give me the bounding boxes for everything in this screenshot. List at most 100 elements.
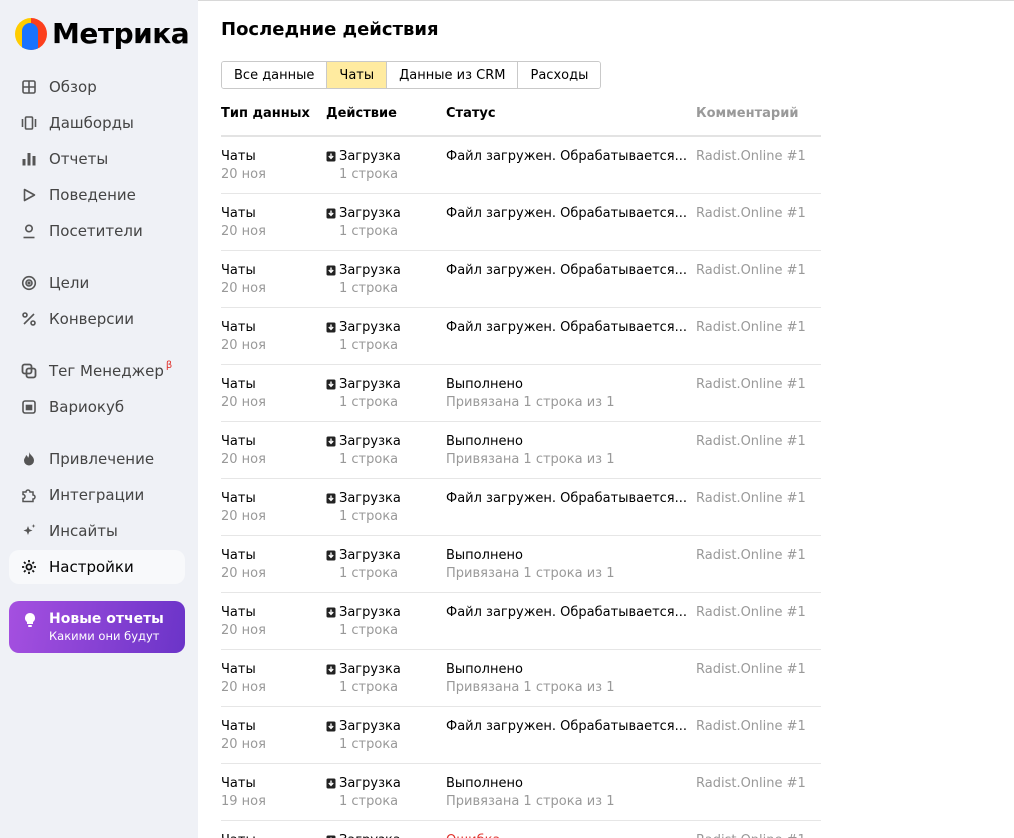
download-icon [326,265,339,276]
sidebar-item-12[interactable]: Инсайты [9,514,185,548]
sidebar-item-label: Дашборды [49,114,134,132]
download-icon [326,607,336,618]
reports-icon [21,151,37,167]
tab-crm-data[interactable]: Данные из CRM [387,62,519,88]
download-icon [326,778,336,789]
download-icon [326,493,336,504]
row-status: Файл загружен. Обрабатывается... [446,206,688,221]
row-comment: Radist.Online #1 [696,320,806,335]
row-count: 1 строка [339,452,399,467]
sidebar-item-label: Тег Менеджер [49,362,164,380]
sidebar-item-label: Обзор [49,78,97,96]
download-icon [326,664,336,675]
row-date: 20 ноя [221,281,266,296]
sidebar-item-label: Поведение [49,186,136,204]
row-date: 20 ноя [221,395,266,410]
target-icon [21,275,37,291]
column-action: Действие [326,106,397,121]
row-date: 20 ноя [221,737,266,752]
tab-chats[interactable]: Чаты [327,62,388,88]
download-icon [326,778,339,789]
row-data-type: Чаты [221,491,256,506]
data-type-tabs: Все данные Чаты Данные из CRM Расходы [221,61,602,89]
row-comment: Radist.Online #1 [696,548,806,563]
table-row: Чаты 20 ноя Загрузка 1 строка Выполнено Привя… [221,650,821,707]
new-reports-promo[interactable]: Новые отчеты Какими они будут [9,601,185,653]
row-comment: Radist.Online #1 [696,377,806,392]
promo-title: Новые отчеты [49,611,164,627]
row-data-type: Чаты [221,434,256,449]
row-status-detail: Привязана 1 строка из 1 [446,566,615,581]
sidebar-item-2[interactable]: Дашборды [9,106,185,140]
sparkle-icon [21,523,37,539]
row-date: 20 ноя [221,167,266,182]
sidebar-item-9[interactable]: Вариокуб [9,390,185,424]
row-count: 1 строка [339,680,399,695]
row-status: Выполнено [446,377,523,392]
row-status-detail: Привязана 1 строка из 1 [446,680,615,695]
row-comment: Radist.Online #1 [696,434,806,449]
row-status: Файл загружен. Обрабатывается... [446,719,688,734]
sidebar-item-10[interactable]: Привлечение [9,442,185,476]
table-row: Чаты 19 ноя Загрузка 1 строка Выполнено Привя… [221,764,821,821]
download-icon [326,607,339,618]
row-action: Загрузка [339,206,401,221]
dashboards-icon [21,115,37,131]
row-comment: Radist.Online #1 [696,719,806,734]
sidebar-item-3[interactable]: Отчеты [9,142,185,176]
row-date: 20 ноя [221,566,266,581]
row-count: 1 строка [339,167,399,182]
download-icon [326,208,339,219]
row-status-detail: Привязана 1 строка из 1 [446,395,615,410]
table-row: Чаты 20 ноя Загрузка 1 строка Файл загружен.… [221,137,821,194]
table-row: Чаты 20 ноя Загрузка 1 строка Файл загружен.… [221,707,821,764]
row-date: 20 ноя [221,224,266,239]
download-icon [326,379,336,390]
row-action: Загрузка [339,662,401,677]
row-data-type: Чаты [221,206,256,221]
row-data-type: Чаты [221,833,256,838]
row-status: Выполнено [446,434,523,449]
column-status: Статус [446,106,496,121]
tab-all-data[interactable]: Все данные [222,62,328,88]
row-status-detail: Привязана 1 строка из 1 [446,794,615,809]
download-icon [326,265,336,276]
download-icon [326,379,339,390]
sidebar-item-6[interactable]: Цели [9,266,185,300]
table-row: Чаты 20 ноя Загрузка 1 строка Файл загружен.… [221,479,821,536]
row-data-type: Чаты [221,377,256,392]
row-data-type: Чаты [221,605,256,620]
row-data-type: Чаты [221,548,256,563]
tab-expenses[interactable]: Расходы [518,62,601,88]
sidebar-item-label: Привлечение [49,450,155,468]
table-row: Чаты Загрузка Ошибка Radist.Online #1 [221,821,821,838]
download-icon [326,436,336,447]
sidebar-item-8[interactable]: Тег Менеджер β [9,354,185,388]
row-status: Выполнено [446,662,523,677]
row-date: 19 ноя [221,794,266,809]
row-count: 1 строка [339,794,399,809]
sidebar-item-11[interactable]: Интеграции [9,478,185,512]
table-row: Чаты 20 ноя Загрузка 1 строка Файл загружен.… [221,593,821,650]
row-action: Загрузка [339,149,401,164]
sidebar: Метрика Обзор Дашборды Отчеты Поведение Посе… [0,0,198,838]
play-icon [21,187,37,203]
lightbulb-icon [23,612,37,632]
row-status: Выполнено [446,776,523,791]
row-status-detail: Привязана 1 строка из 1 [446,452,615,467]
row-date: 20 ноя [221,623,266,638]
page-title: Последние действия [221,19,439,40]
row-date: 20 ноя [221,680,266,695]
row-action: Загрузка [339,548,401,563]
sidebar-item-4[interactable]: Поведение [9,178,185,212]
promo-subtitle: Какими они будут [49,629,160,643]
sidebar-item-1[interactable]: Обзор [9,70,185,104]
row-data-type: Чаты [221,263,256,278]
sidebar-item-13[interactable]: Настройки [9,550,185,584]
row-comment: Radist.Online #1 [696,206,806,221]
row-count: 1 строка [339,623,399,638]
logo[interactable]: Метрика [15,17,190,50]
sidebar-item-7[interactable]: Конверсии [9,302,185,336]
sidebar-item-5[interactable]: Посетители [9,214,185,248]
beta-badge: β [165,359,173,371]
